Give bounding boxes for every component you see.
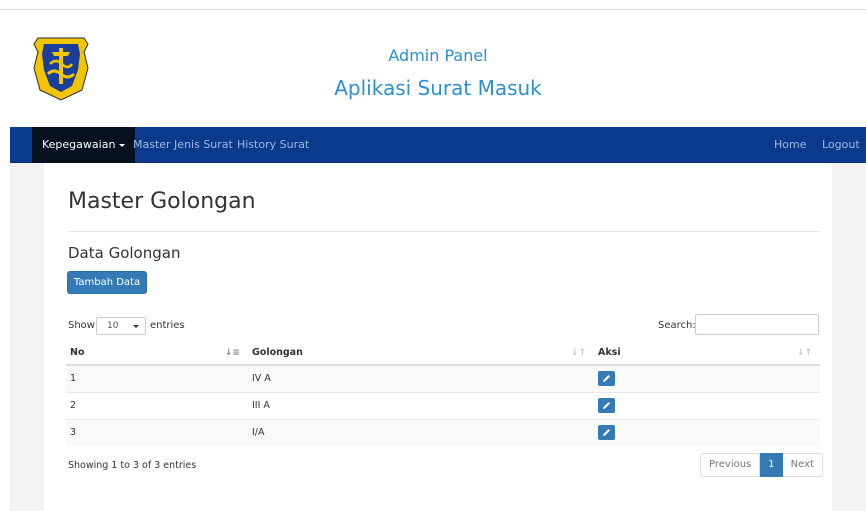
header: Admin Panel Aplikasi Surat Masuk [10, 10, 866, 127]
caret-down-icon [119, 143, 126, 147]
next-page-button[interactable]: Next [782, 453, 823, 477]
cell-no: 3 [66, 418, 248, 446]
data-table: No ↓≡ Golongan ↓↑ Aksi ↓↑ 1 IV A 2 III A… [66, 341, 820, 446]
search-label: Search: [658, 320, 696, 331]
nav-master-jenis-surat[interactable]: Master Jenis Surat [133, 127, 233, 163]
caret-down-icon [133, 325, 139, 328]
table-row: 1 IV A [66, 364, 820, 392]
main-content: Master Golongan Data Golongan Tambah Dat… [44, 163, 832, 511]
sort-asc-icon: ↓≡ [224, 348, 240, 358]
search-input[interactable] [695, 314, 819, 335]
page-length-select[interactable]: 10 [96, 317, 146, 335]
page-length-value: 10 [107, 321, 119, 331]
table-row: 2 III A [66, 391, 820, 419]
edit-button[interactable] [598, 398, 615, 413]
pencil-icon [603, 429, 610, 437]
top-navbar: Kepegawaian Master Jenis Surat History S… [10, 127, 866, 163]
cell-no: 2 [66, 391, 248, 419]
cell-golongan: I/A [248, 418, 594, 446]
edit-button[interactable] [598, 371, 615, 387]
section-title: Data Golongan [68, 244, 181, 262]
table-row: 3 I/A [66, 418, 820, 446]
column-header-no[interactable]: No ↓≡ [66, 341, 248, 366]
divider [68, 231, 820, 232]
column-header-aksi[interactable]: Aksi ↓↑ [594, 341, 820, 366]
cell-golongan: III A [248, 391, 594, 419]
app-title: Aplikasi Surat Masuk [334, 76, 542, 100]
previous-page-button[interactable]: Previous [700, 453, 761, 477]
column-header-golongan[interactable]: Golongan ↓↑ [248, 341, 594, 366]
admin-panel-title: Admin Panel [388, 46, 488, 65]
pencil-icon [603, 402, 610, 409]
sort-both-icon: ↓↑ [796, 348, 812, 358]
table-info: Showing 1 to 3 of 3 entries [68, 460, 197, 471]
pagination: Previous 1 Next [700, 453, 823, 477]
nav-history-surat[interactable]: History Surat [237, 127, 309, 163]
show-label: Show [68, 320, 95, 331]
cell-golongan: IV A [248, 364, 594, 392]
sort-both-icon: ↓↑ [570, 348, 586, 358]
edit-button[interactable] [598, 425, 615, 441]
nav-logout[interactable]: Logout [822, 127, 860, 163]
entries-label: entries [150, 320, 185, 331]
cell-no: 1 [66, 364, 248, 392]
page-1-button[interactable]: 1 [760, 453, 783, 477]
nav-kepegawaian-dropdown[interactable]: Kepegawaian [32, 127, 136, 163]
top-border [0, 0, 866, 10]
tambah-data-button[interactable]: Tambah Data [67, 271, 147, 294]
nav-kepegawaian-label: Kepegawaian [42, 138, 116, 151]
page-title: Master Golongan [68, 189, 256, 214]
nav-home[interactable]: Home [774, 127, 806, 163]
pencil-icon [603, 375, 610, 383]
